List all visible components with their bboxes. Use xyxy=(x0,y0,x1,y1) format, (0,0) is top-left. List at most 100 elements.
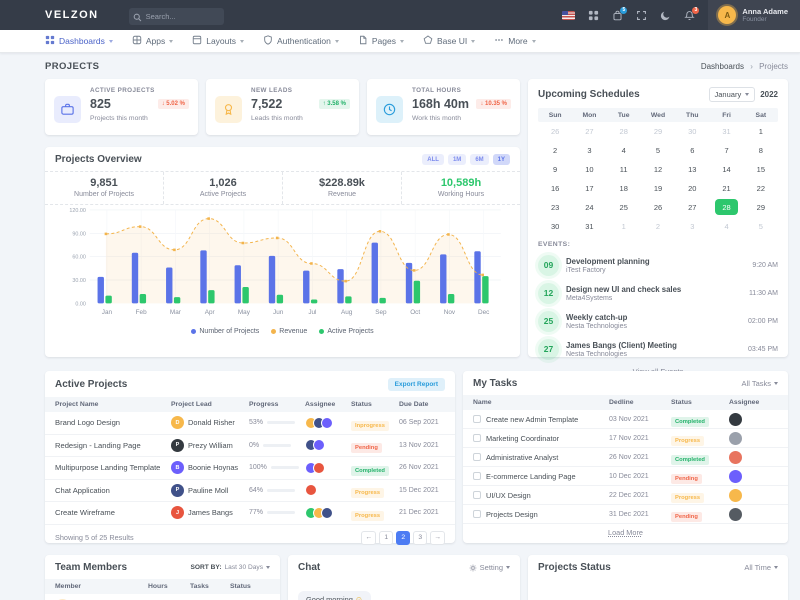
range-button-6m[interactable]: 6M xyxy=(470,154,488,165)
chat-setting-menu[interactable]: Setting xyxy=(469,563,510,572)
dark-mode-moon-icon[interactable] xyxy=(660,10,671,21)
active-projects-title: Active Projects xyxy=(55,379,127,390)
month-select[interactable]: January xyxy=(709,87,756,102)
calendar-day[interactable]: 3 xyxy=(572,141,606,160)
calendar-day[interactable]: 26 xyxy=(538,122,572,141)
pagination-page-1[interactable]: 1 xyxy=(379,531,393,545)
calendar-day[interactable]: 17 xyxy=(572,179,606,198)
calendar-day[interactable]: 2 xyxy=(641,217,675,236)
calendar-day-selected[interactable]: 28 xyxy=(709,198,743,217)
nav-item-base-ui[interactable]: Base UI xyxy=(423,35,475,47)
project-name[interactable]: Chat Application xyxy=(55,486,171,495)
calendar-day[interactable]: 21 xyxy=(709,179,743,198)
calendar-day[interactable]: 30 xyxy=(538,217,572,236)
calendar-day[interactable]: 1 xyxy=(607,217,641,236)
calendar-day[interactable]: 29 xyxy=(641,122,675,141)
calendar-day[interactable]: 6 xyxy=(675,141,709,160)
project-name[interactable]: Redesign - Landing Page xyxy=(55,441,171,450)
calendar-day[interactable]: 29 xyxy=(744,198,778,217)
calendar-day[interactable]: 20 xyxy=(675,179,709,198)
calendar-day[interactable]: 4 xyxy=(607,141,641,160)
project-name[interactable]: Multipurpose Landing Template xyxy=(55,463,171,472)
pagination: ←123→ xyxy=(361,531,445,545)
calendar-day[interactable]: 26 xyxy=(641,198,675,217)
search-input[interactable] xyxy=(129,8,224,25)
app-logo[interactable]: VELZON xyxy=(45,9,99,21)
project-name[interactable]: Create Wireframe xyxy=(55,508,171,517)
pagination-prev[interactable]: ← xyxy=(361,531,376,545)
calendar-day[interactable]: 1 xyxy=(744,122,778,141)
load-more-link[interactable]: Load More xyxy=(463,524,788,541)
fullscreen-icon[interactable] xyxy=(636,10,647,21)
apps-grid-icon[interactable] xyxy=(588,10,599,21)
task-checkbox[interactable] xyxy=(473,434,481,442)
nav-item-pages[interactable]: Pages xyxy=(358,35,404,47)
calendar-day[interactable]: 28 xyxy=(607,122,641,141)
breadcrumb-dashboards[interactable]: Dashboards xyxy=(701,62,744,71)
event-item[interactable]: 12Design new UI and check salesMeta4Syst… xyxy=(538,279,778,307)
cart-icon[interactable]: 5 xyxy=(612,10,623,21)
task-name[interactable]: E-commerce Landing Page xyxy=(486,472,576,481)
task-checkbox[interactable] xyxy=(473,472,481,480)
range-button-1y[interactable]: 1Y xyxy=(493,154,510,165)
event-item[interactable]: 27James Bangs (Client) MeetingNesta Tech… xyxy=(538,335,778,363)
calendar-day[interactable]: 2 xyxy=(538,141,572,160)
calendar-day[interactable]: 14 xyxy=(709,160,743,179)
range-button-all[interactable]: ALL xyxy=(422,154,444,165)
export-report-button[interactable]: Export Report xyxy=(388,378,445,391)
task-checkbox[interactable] xyxy=(473,453,481,461)
nav-item-more[interactable]: More xyxy=(494,35,535,47)
task-name[interactable]: UI/UX Design xyxy=(486,491,531,500)
tasks-filter-select[interactable]: All Tasks xyxy=(742,379,778,388)
calendar-day[interactable]: 5 xyxy=(641,141,675,160)
calendar-day[interactable]: 27 xyxy=(675,198,709,217)
calendar-day[interactable]: 13 xyxy=(675,160,709,179)
status-filter-select[interactable]: All Time xyxy=(744,563,778,572)
calendar-day[interactable]: 7 xyxy=(709,141,743,160)
nav-item-apps[interactable]: Apps xyxy=(132,35,173,47)
calendar-day[interactable]: 9 xyxy=(538,160,572,179)
nav-item-layouts[interactable]: Layouts xyxy=(192,35,244,47)
task-name[interactable]: Administrative Analyst xyxy=(486,453,558,462)
notifications-bell-icon[interactable]: 3 xyxy=(684,10,695,21)
calendar-day[interactable]: 15 xyxy=(744,160,778,179)
svg-text:Dec: Dec xyxy=(478,309,490,316)
calendar-day[interactable]: 4 xyxy=(709,217,743,236)
calendar-day[interactable]: 12 xyxy=(641,160,675,179)
calendar-day[interactable]: 3 xyxy=(675,217,709,236)
calendar-day[interactable]: 16 xyxy=(538,179,572,198)
nav-item-dashboards[interactable]: Dashboards xyxy=(45,35,113,47)
calendar-day[interactable]: 19 xyxy=(641,179,675,198)
calendar-day[interactable]: 31 xyxy=(709,122,743,141)
task-name[interactable]: Create new Admin Template xyxy=(486,415,578,424)
nav-item-authentication[interactable]: Authentication xyxy=(263,35,339,47)
language-flag-icon[interactable] xyxy=(562,11,575,20)
calendar-day[interactable]: 10 xyxy=(572,160,606,179)
sort-by-select[interactable]: SORT BY: Last 30 Days xyxy=(191,564,271,571)
calendar-day[interactable]: 18 xyxy=(607,179,641,198)
event-item[interactable]: 25Weekly catch-upNesta Technologies02:00… xyxy=(538,307,778,335)
calendar-day[interactable]: 8 xyxy=(744,141,778,160)
chat-messages: Good morning ☺ xyxy=(288,579,520,600)
pagination-next[interactable]: → xyxy=(430,531,445,545)
task-checkbox[interactable] xyxy=(473,510,481,518)
task-name[interactable]: Projects Design xyxy=(486,510,538,519)
calendar-day[interactable]: 5 xyxy=(744,217,778,236)
user-menu[interactable]: A Anna Adame Founder xyxy=(708,0,800,30)
task-checkbox[interactable] xyxy=(473,415,481,423)
calendar-day[interactable]: 30 xyxy=(675,122,709,141)
project-name[interactable]: Brand Logo Design xyxy=(55,418,171,427)
pagination-page-2[interactable]: 2 xyxy=(396,531,410,545)
calendar-day[interactable]: 27 xyxy=(572,122,606,141)
calendar-day[interactable]: 31 xyxy=(572,217,606,236)
range-button-1m[interactable]: 1M xyxy=(448,154,466,165)
event-item[interactable]: 09Development planningiTest Factory9:20 … xyxy=(538,251,778,279)
calendar-day[interactable]: 22 xyxy=(744,179,778,198)
calendar-day[interactable]: 23 xyxy=(538,198,572,217)
calendar-day[interactable]: 25 xyxy=(607,198,641,217)
task-checkbox[interactable] xyxy=(473,491,481,499)
calendar-day[interactable]: 11 xyxy=(607,160,641,179)
task-name[interactable]: Marketing Coordinator xyxy=(486,434,559,443)
pagination-page-3[interactable]: 3 xyxy=(413,531,427,545)
calendar-day[interactable]: 24 xyxy=(572,198,606,217)
